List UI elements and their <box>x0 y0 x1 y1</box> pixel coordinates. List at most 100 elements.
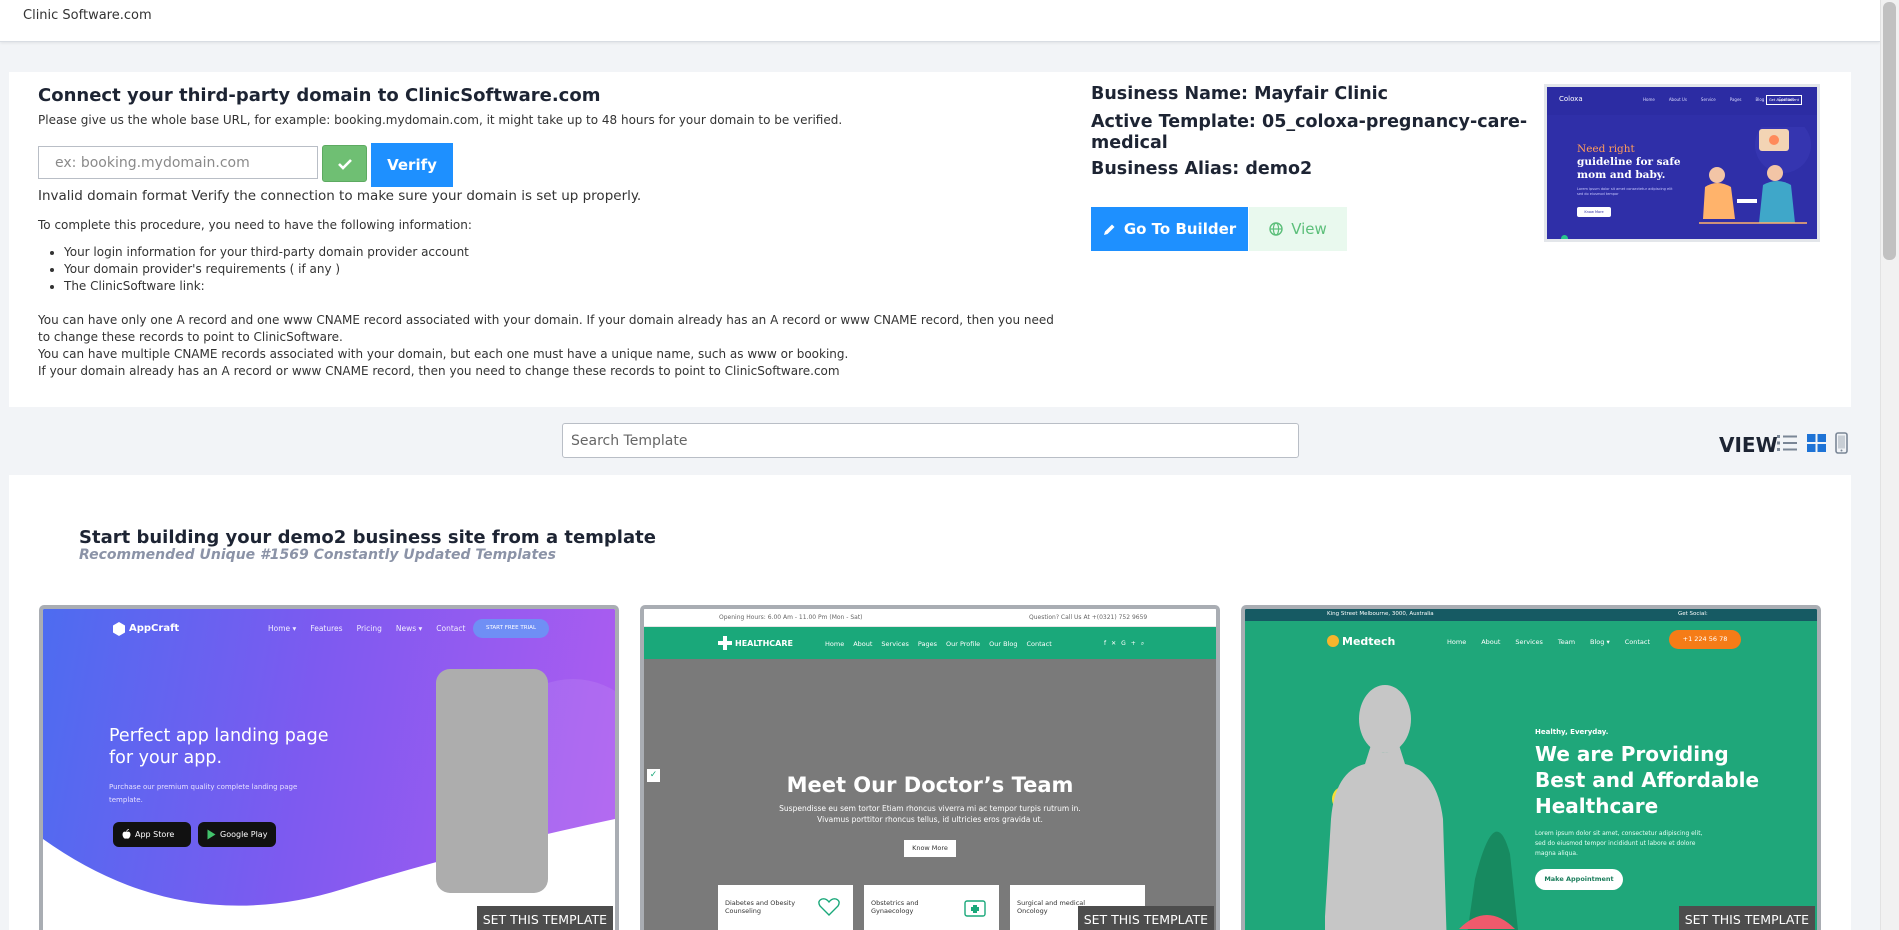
globe-icon <box>1269 222 1283 236</box>
info-intro: To complete this procedure, you need to … <box>38 218 472 232</box>
business-name: Business Name: Mayfair Clinic <box>1091 84 1389 104</box>
google-play-label: Google Play <box>220 830 268 839</box>
healthcare-nav-item: Services <box>881 640 909 648</box>
medtech-nav-item: Home <box>1447 638 1467 646</box>
appcraft-logo-icon <box>113 622 125 636</box>
preview-nav-item: Blog <box>1755 97 1765 102</box>
medtech-social: Get Social: <box>1678 611 1708 617</box>
domain-title: Connect your third-party domain to Clini… <box>38 85 601 106</box>
appcraft-nav-item: Contact <box>436 624 466 633</box>
medtech-phone-button: +1 224 56 78 <box>1669 630 1741 649</box>
healthcare-social-icons: f✕G+⌕ <box>1104 640 1150 647</box>
appcraft-nav-item: Features <box>310 624 343 633</box>
preview-headline: Need right guideline for safe mom and ba… <box>1577 143 1681 182</box>
domain-help-text: Please give us the whole base URL, for e… <box>38 113 843 127</box>
preview-cta: Get Appointment <box>1766 95 1802 105</box>
brand-logo[interactable]: Clinic Software.com <box>23 8 152 23</box>
check-icon <box>337 158 352 170</box>
healthcare-logo: HEALTHCARE <box>735 639 793 648</box>
check-button[interactable] <box>322 145 367 182</box>
template-card-healthcare[interactable]: Opening Hours: 6.00 Am - 11.00 Pm (Mon -… <box>640 605 1220 930</box>
medtech-appointment-button: Make Appointment <box>1535 869 1623 890</box>
view-label: View <box>1291 220 1327 238</box>
set-template-button[interactable]: SET THIS TEMPLATE <box>1077 906 1214 930</box>
templates-subheading: Recommended Unique #1569 Constantly Upda… <box>79 547 556 563</box>
preview-headline-line: guideline for safe <box>1577 156 1681 168</box>
preview-illustration <box>1699 127 1811 224</box>
google-play-badge: Google Play <box>198 822 276 847</box>
appcraft-headline: Perfect app landing page for your app. <box>109 725 329 769</box>
preview-logo: Coloxa <box>1559 95 1583 103</box>
list-item: The ClinicSoftware link: <box>64 278 469 295</box>
go-to-builder-label: Go To Builder <box>1123 220 1237 238</box>
list-view-icon[interactable] <box>1777 434 1797 452</box>
mobile-view-icon[interactable] <box>1835 432 1848 454</box>
view-button[interactable]: View <box>1249 207 1347 251</box>
grid-view-icon[interactable] <box>1807 434 1826 452</box>
healthcare-body-line: Vivamus porttitor rhoncus tellus, id ult… <box>817 815 1043 824</box>
preview-body: Lorem ipsum dolor sit amet consectetur a… <box>1577 187 1673 196</box>
medtech-headline-line: Best and Affordable <box>1535 768 1760 792</box>
medtech-body: Lorem ipsum dolor sit amet, consectetur … <box>1535 829 1702 859</box>
domain-input[interactable] <box>38 146 318 179</box>
appcraft-nav-item: Home ▾ <box>268 624 297 633</box>
medtech-logo: Medtech <box>1342 635 1396 648</box>
medtech-headline-line: Healthcare <box>1535 794 1659 818</box>
go-to-builder-button[interactable]: Go To Builder <box>1091 207 1248 251</box>
healthcare-nav-item: Our Profile <box>945 640 981 648</box>
play-icon <box>207 829 216 840</box>
healthcare-service-box: Diabetes and Obesity Counseling <box>718 885 853 930</box>
healthcare-body: Suspendisse eu sem tortor Etiam rhoncus … <box>644 803 1216 825</box>
medtech-headline: We are Providing Best and Affordable Hea… <box>1535 741 1759 819</box>
list-item: Your domain provider's requirements ( if… <box>64 261 469 278</box>
medtech-body-line: sed do eiusmod tempor incididunt ut labo… <box>1535 840 1696 847</box>
requirements-list: Your login information for your third-pa… <box>64 244 469 295</box>
preview-nav-item: Home <box>1643 97 1655 102</box>
healthcare-nav-item: About <box>853 640 873 648</box>
appcraft-nav-item: News ▾ <box>395 624 423 633</box>
healthcare-nav-item: Contact <box>1026 640 1052 648</box>
appcraft-headline-line: Perfect app landing page <box>109 726 329 746</box>
healthcare-headline: Meet Our Doctor’s Team <box>786 773 1074 797</box>
medtech-nav-item: Services <box>1515 638 1543 646</box>
medtech-logo-icon <box>1327 635 1339 647</box>
list-item: Your login information for your third-pa… <box>64 244 469 261</box>
search-template-input[interactable] <box>562 423 1299 458</box>
preview-nav-item: Service <box>1700 97 1716 102</box>
verify-button[interactable]: Verify <box>371 143 453 187</box>
medtech-doctor-silhouette <box>1325 685 1518 930</box>
active-template-preview[interactable]: Coloxa Home About Us Service Pages Blog … <box>1544 84 1820 242</box>
template-card-medtech[interactable]: King Street Melbourne, 3000, Australia G… <box>1241 605 1821 930</box>
medtech-nav-item: Team <box>1557 638 1576 646</box>
templates-panel: Start building your demo2 business site … <box>9 475 1851 930</box>
healthcare-know-more-button: Know More <box>904 840 956 857</box>
invalid-domain-message: Invalid domain format Verify the connect… <box>38 188 642 204</box>
healthcare-nav: Home About Services Pages Our Profile Ou… <box>825 640 1052 648</box>
medtech-address: King Street Melbourne, 3000, Australia <box>1327 611 1434 617</box>
business-alias: Business Alias: demo2 <box>1091 159 1313 179</box>
preview-headline-line: mom and baby. <box>1577 169 1666 181</box>
vertical-scrollbar[interactable] <box>1880 0 1899 930</box>
healthcare-cross-icon <box>718 636 732 650</box>
appcraft-cta: START FREE TRIAL <box>473 619 549 638</box>
active-template: Active Template: 05_coloxa-pregnancy-car… <box>1091 112 1528 153</box>
dns-note: You can have only one A record and one w… <box>38 313 1054 344</box>
appcraft-headline-line: for your app. <box>109 748 223 768</box>
pencil-icon <box>1103 224 1115 235</box>
appcraft-logo: AppCraft <box>129 623 180 634</box>
app-store-badge: App Store <box>113 822 191 847</box>
template-card-appcraft[interactable]: AppCraft Home ▾ Features Pricing News ▾ … <box>39 605 619 930</box>
healthcare-service-box: Obstetrics and Gynaecology <box>864 885 999 930</box>
scrollbar-thumb[interactable] <box>1883 2 1896 260</box>
appcraft-body: Purchase our premium quality complete la… <box>109 781 297 807</box>
set-template-button[interactable]: SET THIS TEMPLATE <box>476 906 613 930</box>
preview-decoration <box>1561 235 1568 239</box>
healthcare-nav-item: Our Blog <box>989 640 1018 648</box>
templates-heading: Start building your demo2 business site … <box>79 527 656 548</box>
medtech-nav: Home About Services Team Blog ▾ Contact <box>1447 638 1650 646</box>
set-template-button[interactable]: SET THIS TEMPLATE <box>1678 906 1815 930</box>
healthcare-nav-item: Pages <box>917 640 937 648</box>
appcraft-body-line: Purchase our premium quality complete la… <box>109 783 298 791</box>
medtech-nav-item: Blog ▾ <box>1590 638 1610 646</box>
healthcare-body-line: Suspendisse eu sem tortor Etiam rhoncus … <box>779 804 1081 813</box>
